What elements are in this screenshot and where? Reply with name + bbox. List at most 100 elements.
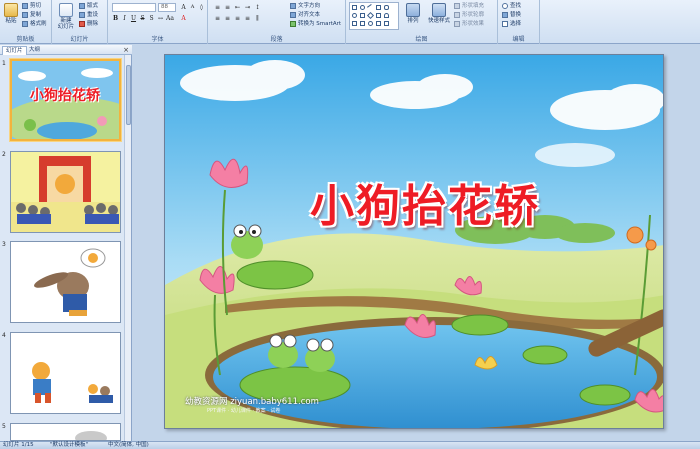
select-button[interactable]: 选择 [502, 20, 521, 28]
diamond-shape-icon[interactable] [366, 11, 375, 20]
paste-icon [4, 3, 18, 17]
numbering-icon[interactable]: ≡ [224, 4, 231, 11]
bullets-icon[interactable]: ≡ [214, 4, 221, 11]
watermark-subtext: PPT课件 · 幼儿课件 · 教案 · 试卷 [207, 408, 281, 414]
bracket-shape-icon[interactable] [384, 21, 389, 26]
format-painter-button[interactable]: 格式刷 [22, 20, 47, 28]
clear-format-icon[interactable]: ◊ [198, 4, 205, 11]
arrow-shape-icon[interactable] [376, 13, 381, 18]
textbox-shape-icon[interactable] [376, 5, 381, 10]
increase-indent-icon[interactable]: ⇥ [244, 4, 251, 11]
line-shape-icon[interactable] [367, 4, 374, 11]
font-size-select[interactable]: 88 [158, 3, 176, 12]
watermark: 幼教资源网 ziyuan.baby611.com [185, 397, 319, 407]
font-group: 88 A A ◊ B I U S S ↔ Aa A 字体 [108, 0, 208, 44]
line-spacing-icon[interactable]: ↕ [254, 4, 261, 11]
smartart-button[interactable]: 转换为 SmartArt [290, 20, 341, 28]
circle-shape-icon[interactable] [352, 13, 357, 18]
align-right-icon[interactable]: ≡ [234, 15, 241, 22]
slide-thumb-2[interactable] [10, 151, 121, 233]
scrollbar-thumb[interactable] [126, 65, 131, 125]
rectangle-shape-icon[interactable] [352, 5, 357, 10]
close-icon[interactable]: × [123, 46, 129, 54]
grow-font-icon[interactable]: A [180, 4, 187, 11]
slide-thumb-3[interactable] [10, 241, 121, 323]
thumb-number: 4 [2, 332, 6, 339]
thumb-number: 2 [2, 151, 6, 158]
clipboard-group: 粘贴 剪切 复制 格式刷 剪贴板 [0, 0, 52, 44]
find-button[interactable]: 查找 [502, 2, 521, 10]
reset-button[interactable]: 重设 [79, 11, 98, 19]
thumb-2-image [11, 152, 120, 232]
align-center-icon[interactable]: ≡ [224, 15, 231, 22]
delete-icon [79, 20, 85, 27]
bold-icon[interactable]: B [112, 15, 119, 22]
square-shape-icon[interactable] [360, 13, 365, 18]
oval-shape-icon[interactable] [360, 5, 365, 10]
copy-icon [22, 11, 28, 18]
shapes-gallery[interactable] [349, 2, 399, 30]
replace-button[interactable]: 替换 [502, 11, 521, 19]
tab-slides[interactable]: 幻灯片 [2, 46, 27, 55]
arc-shape-icon[interactable] [384, 13, 389, 18]
pen-icon [454, 11, 460, 18]
slide-thumb-1[interactable]: 小狗抬花轿 [10, 59, 121, 141]
drawing-group: 排列 快速样式 形状填充 形状轮廓 形状效果 绘图 [346, 0, 498, 44]
paragraph-label: 段落 [270, 36, 283, 43]
status-bar: 幻灯片 1/15 "默认设计模板" 中文(简体, 中国) [0, 441, 700, 449]
quick-styles-icon [432, 3, 446, 17]
slides-group: 新建 幻灯片 版式 重设 删除 幻灯片 [52, 0, 108, 44]
layout-button[interactable]: 版式 [79, 2, 98, 10]
case-icon[interactable]: Aa [166, 15, 174, 22]
new-slide-button[interactable]: 新建 幻灯片 [56, 3, 76, 31]
editing-label: 编辑 [512, 36, 525, 43]
columns-icon[interactable]: ∥ [254, 15, 261, 22]
cursor-icon [502, 20, 508, 27]
shape-outline-button[interactable]: 形状轮廓 [454, 11, 484, 19]
rounded-rect-shape-icon[interactable] [384, 5, 389, 10]
scissors-icon [22, 2, 28, 9]
cut-button[interactable]: 剪切 [22, 2, 41, 10]
thumb-number: 3 [2, 241, 6, 248]
align-left-icon[interactable]: ≡ [214, 15, 221, 22]
text-direction-button[interactable]: 文字方向 [290, 2, 320, 10]
slide-thumb-4[interactable] [10, 332, 121, 414]
shrink-font-icon[interactable]: A [189, 4, 196, 11]
spacing-icon[interactable]: ↔ [157, 15, 164, 22]
paragraph-group: ≡ ≡ ⇤ ⇥ ↕ ≡ ≡ ≡ ≡ ∥ 文字方向 对齐文本 转换为 SmartA… [208, 0, 346, 44]
drawing-label: 绘图 [415, 36, 428, 43]
language[interactable]: 中文(简体, 中国) [108, 442, 149, 449]
effects-icon [454, 20, 460, 27]
italic-icon[interactable]: I [121, 15, 128, 22]
callout-shape-icon[interactable] [360, 21, 365, 26]
justify-icon[interactable]: ≡ [244, 15, 251, 22]
strikethrough-icon[interactable]: S [139, 15, 146, 22]
star-shape-icon[interactable] [352, 21, 357, 26]
clipboard-label: 剪贴板 [16, 36, 35, 43]
copy-button[interactable]: 复制 [22, 11, 41, 19]
decrease-indent-icon[interactable]: ⇤ [234, 4, 241, 11]
smile-shape-icon[interactable] [368, 21, 373, 26]
paste-button[interactable]: 粘贴 [2, 3, 20, 31]
shape-fill-button[interactable]: 形状填充 [454, 2, 484, 10]
brace-shape-icon[interactable] [376, 21, 381, 26]
font-name-select[interactable] [112, 3, 156, 12]
tab-outline[interactable]: 大纲 [26, 46, 43, 55]
pane-tabs: 幻灯片 大纲 × [0, 45, 132, 55]
arrange-button[interactable]: 排列 [404, 3, 422, 31]
slide-canvas[interactable]: 小狗抬花轿 幼教资源网 ziyuan.baby611.com PPT课件 · 幼… [164, 54, 664, 429]
delete-button[interactable]: 删除 [79, 20, 98, 28]
replace-icon [502, 11, 508, 18]
font-color-icon[interactable]: A [180, 15, 187, 22]
slide-title[interactable]: 小狗抬花轿 [275, 170, 575, 234]
shadow-icon[interactable]: S [148, 15, 155, 22]
slides-pane: 幻灯片 大纲 × 1 小狗抬花轿 2 3 4 5 [0, 45, 132, 441]
quick-styles-button[interactable]: 快速样式 [426, 3, 452, 31]
slide-thumb-5[interactable] [10, 423, 121, 441]
slides-label: 幻灯片 [70, 36, 89, 43]
text-direction-icon [290, 2, 296, 9]
shape-effects-button[interactable]: 形状效果 [454, 20, 484, 28]
pane-scrollbar[interactable] [124, 55, 131, 441]
underline-icon[interactable]: U [130, 15, 137, 22]
align-text-button[interactable]: 对齐文本 [290, 11, 320, 19]
